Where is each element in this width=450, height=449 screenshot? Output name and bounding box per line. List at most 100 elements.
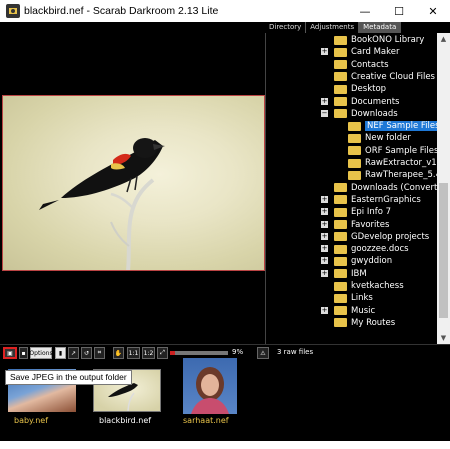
expand-icon[interactable]: + xyxy=(321,257,328,265)
expand-icon[interactable]: + xyxy=(321,306,328,314)
thumbnail-label: blackbird.nef xyxy=(99,416,152,425)
scroll-down-icon[interactable]: ▼ xyxy=(437,332,450,344)
folder-icon xyxy=(348,158,361,168)
save-as-button[interactable]: ▪ xyxy=(19,347,28,359)
tree-item[interactable]: + Epi Info 7 xyxy=(321,206,391,218)
crop-button[interactable]: ⌗ xyxy=(94,347,105,359)
scrollbar-thumb[interactable] xyxy=(439,183,448,318)
warning-button[interactable]: ⚠ xyxy=(257,347,269,359)
tree-item-label: New folder xyxy=(365,133,411,144)
rotate-left-icon: ↺ xyxy=(83,349,90,357)
crop-icon: ⌗ xyxy=(97,349,102,356)
close-button[interactable]: ✕ xyxy=(416,0,450,22)
tree-item[interactable]: + goozzee.docs xyxy=(321,243,409,255)
tree-item[interactable]: RawExtractor_v1.6_Set xyxy=(348,157,438,169)
fit-button[interactable]: ⤢ xyxy=(157,347,168,359)
folder-icon xyxy=(348,146,361,156)
tree-item[interactable]: + IBM xyxy=(321,268,367,280)
tree-scrollbar[interactable]: ▲ ▼ xyxy=(437,33,450,344)
warning-icon: ⚠ xyxy=(260,349,266,357)
expand-icon[interactable]: + xyxy=(321,232,328,240)
title-bar: blackbird.nef - Scarab Darkroom 2.13 Lit… xyxy=(0,0,450,23)
progress-percent: 9% xyxy=(232,348,244,356)
folder-icon xyxy=(334,269,347,279)
folder-icon xyxy=(334,72,347,82)
tree-item[interactable]: My Routes xyxy=(334,317,395,329)
folder-icon xyxy=(348,170,361,180)
tree-item[interactable]: + Card Maker xyxy=(321,46,399,58)
save-icon: ▣ xyxy=(7,349,13,357)
thumbnail-label: sarhaat.nef xyxy=(183,416,229,425)
tree-item-label: RawExtractor_v1.6_Set xyxy=(365,158,438,168)
preview-image xyxy=(2,95,265,271)
folder-icon xyxy=(334,318,347,328)
minimize-button[interactable]: — xyxy=(348,0,382,22)
delete-button[interactable]: ▮ xyxy=(55,347,66,359)
folder-icon xyxy=(334,109,347,119)
expand-icon[interactable]: + xyxy=(321,208,328,216)
tree-item[interactable]: Downloads (Converted) xyxy=(334,182,438,194)
tab-adjustments[interactable]: Adjustments xyxy=(306,22,360,33)
tree-item[interactable]: − Downloads xyxy=(321,108,398,120)
scroll-up-icon[interactable]: ▲ xyxy=(437,33,450,45)
tooltip: Save JPEG in the output folder xyxy=(5,370,132,385)
folder-icon xyxy=(334,60,347,70)
folder-icon xyxy=(334,35,347,45)
tree-item-label: BookONO Library xyxy=(351,35,425,45)
expand-icon[interactable]: + xyxy=(321,220,328,228)
tree-item-label: Links xyxy=(351,293,373,304)
tree-item-label: Favorites xyxy=(351,219,390,230)
tree-item-label: goozzee.docs xyxy=(351,244,409,255)
tree-item[interactable]: Contacts xyxy=(334,59,389,71)
folder-icon xyxy=(334,47,347,57)
tree-item[interactable]: Links xyxy=(334,292,373,304)
hand-icon: ✋ xyxy=(114,349,123,357)
tree-item[interactable]: Desktop xyxy=(334,83,386,95)
folder-icon xyxy=(334,293,347,303)
tree-item[interactable]: + gwyddion xyxy=(321,255,393,267)
maximize-button[interactable]: ☐ xyxy=(382,0,416,22)
image-viewer[interactable] xyxy=(0,22,265,344)
zoom-1-2-button[interactable]: 1:2 xyxy=(142,347,155,359)
trash-icon: ▮ xyxy=(58,349,63,357)
tree-item[interactable]: Creative Cloud Files xyxy=(334,71,435,83)
expand-icon[interactable]: + xyxy=(321,195,328,203)
rotate-left-button[interactable]: ↺ xyxy=(81,347,92,359)
collapse-icon[interactable]: − xyxy=(321,109,328,117)
folder-icon xyxy=(334,232,347,242)
tree-item[interactable]: + EasternGraphics xyxy=(321,194,421,206)
thumbnail-label: baby.nef xyxy=(14,416,49,425)
fit-icon: ⤢ xyxy=(160,349,165,356)
tree-item-label: kvetkachess xyxy=(351,281,404,291)
zoom-1-1-button[interactable]: 1:1 xyxy=(127,347,140,359)
thumbnail-sarhaat[interactable] xyxy=(183,358,237,414)
tree-item[interactable]: + Documents xyxy=(321,96,399,108)
tree-item-label: gwyddion xyxy=(351,256,393,267)
tree-item[interactable]: BookONO Library xyxy=(334,34,424,46)
expand-icon[interactable]: + xyxy=(321,245,328,253)
tree-item[interactable]: NEF Sample Files xyxy=(348,120,438,132)
raw-file-count: 3 raw files xyxy=(277,348,314,356)
tree-item[interactable]: kvetkachess xyxy=(334,280,404,292)
expand-icon[interactable]: + xyxy=(321,269,328,277)
tree-item-label: GDevelop projects xyxy=(351,231,430,242)
tree-item[interactable]: + Favorites xyxy=(321,219,390,231)
expand-icon[interactable]: + xyxy=(321,97,328,105)
tree-item[interactable]: + Music xyxy=(321,305,375,317)
hand-tool-button[interactable]: ✋ xyxy=(113,347,124,359)
folder-icon xyxy=(334,207,347,217)
folder-tree: BookONO Library + Card Maker Contacts Creati… xyxy=(265,33,438,344)
tree-item[interactable]: ORF Sample Files xyxy=(348,145,438,157)
save-jpeg-button[interactable]: ▣ xyxy=(3,347,17,359)
folder-icon xyxy=(334,220,347,229)
window-title: blackbird.nef - Scarab Darkroom 2.13 Lit… xyxy=(24,5,219,17)
expand-icon[interactable]: + xyxy=(321,48,328,56)
tab-directory[interactable]: Directory xyxy=(265,22,307,33)
tab-metadata[interactable]: Metadata xyxy=(359,22,402,33)
tree-item[interactable]: New folder xyxy=(348,132,411,144)
thumbnail-scrollbar[interactable] xyxy=(0,441,450,449)
tree-item[interactable]: + GDevelop projects xyxy=(321,231,430,243)
options-button[interactable]: Options xyxy=(29,347,53,359)
send-button[interactable]: ↗ xyxy=(68,347,79,359)
tree-item[interactable]: RawTherapee_5.4_Win xyxy=(348,169,438,181)
